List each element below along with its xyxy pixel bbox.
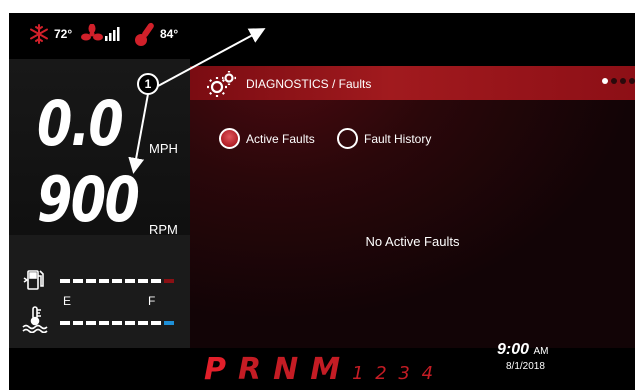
fuel-gauge xyxy=(60,279,174,283)
tab-fault-history[interactable]: Fault History xyxy=(337,128,431,149)
thermometer-icon xyxy=(133,21,159,52)
page-dot xyxy=(620,78,626,84)
page-indicator[interactable] xyxy=(602,78,635,84)
callout-number: 1 xyxy=(144,77,152,91)
gears-icon xyxy=(206,70,238,103)
signal-bars-icon xyxy=(105,27,123,46)
rpm-readout: 900 xyxy=(37,163,140,236)
gear-park: P xyxy=(204,352,226,387)
gear-neutral: N xyxy=(273,352,299,387)
fan-icon xyxy=(81,23,103,49)
manual-gear-numbers: 1 2 3 4 xyxy=(352,363,437,384)
coolant-gauge xyxy=(60,321,174,325)
clock-date: 8/1/2018 xyxy=(506,361,545,372)
tab-active-faults-label: Active Faults xyxy=(246,131,315,146)
gear-selector: P R N M 1 2 3 4 xyxy=(204,352,436,387)
empty-state-message: No Active Faults xyxy=(365,234,460,249)
tab-active-faults[interactable]: Active Faults xyxy=(219,128,315,149)
fuel-pump-icon xyxy=(23,269,47,296)
page-dot xyxy=(602,78,608,84)
gear-reverse: R xyxy=(238,352,262,387)
callout-badge: 1 xyxy=(137,73,159,95)
speed-unit: MPH xyxy=(149,141,178,156)
tab-fault-history-label: Fault History xyxy=(364,131,432,146)
diagnostics-header: DIAGNOSTICS / Faults xyxy=(190,66,635,100)
diagnostics-title: DIAGNOSTICS / Faults xyxy=(246,77,372,91)
diagnostics-panel: DIAGNOSTICS / Faults Active Faults Fault… xyxy=(190,66,635,348)
speed-readout: 0.0 xyxy=(37,87,124,160)
gear-manual: M xyxy=(310,352,341,387)
instrument-display: 72° 84° 0.0 MPH 900 RP M E F DIAGNOSTICS … xyxy=(9,13,635,390)
clock: 9:00 AM xyxy=(497,341,548,359)
page-dot xyxy=(611,78,617,84)
climate-temp: 72° xyxy=(54,27,73,41)
radio-selected-icon xyxy=(219,128,240,149)
fuel-full-label: F xyxy=(148,294,156,308)
radio-unselected-icon xyxy=(337,128,358,149)
clock-time: 9:00 xyxy=(497,341,530,358)
fuel-empty-label: E xyxy=(63,294,72,308)
clock-ampm: AM xyxy=(533,346,549,357)
outside-temp: 84° xyxy=(160,27,179,41)
coolant-temp-icon xyxy=(21,305,49,338)
page-dot xyxy=(629,78,635,84)
snowflake-icon xyxy=(29,24,49,49)
